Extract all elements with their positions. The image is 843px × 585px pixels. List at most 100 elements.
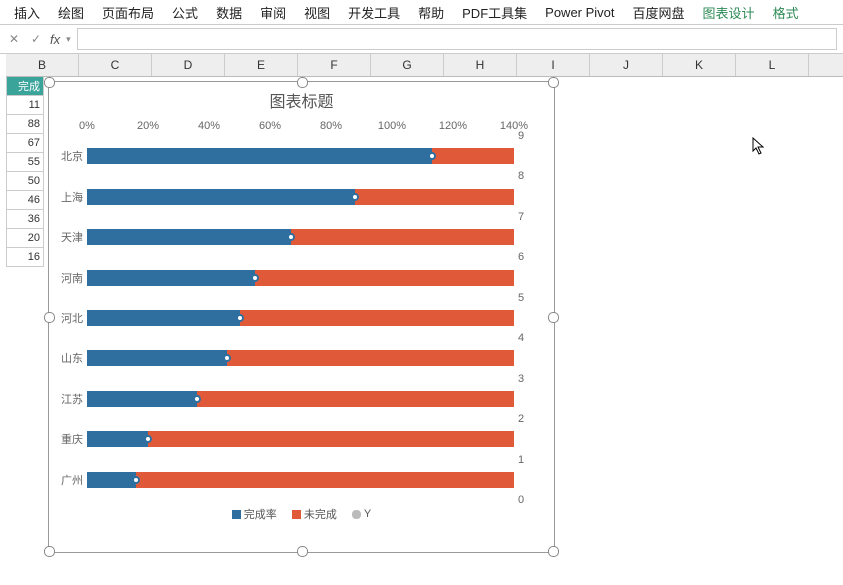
bar-row[interactable]: 上海 — [87, 189, 514, 205]
table-cell[interactable]: 16 — [6, 248, 44, 267]
bar-segment-incomplete[interactable] — [148, 431, 514, 447]
x-axis-ticks: 0%20%40%60%80%100%120%140% — [87, 120, 514, 136]
legend-swatch — [352, 510, 361, 519]
bar-row[interactable]: 山东 — [87, 350, 514, 366]
legend-label: Y — [364, 508, 371, 520]
bar-segment-complete[interactable] — [87, 310, 240, 326]
col-J[interactable]: J — [590, 54, 663, 76]
y-marker[interactable] — [236, 314, 244, 322]
plot-area[interactable]: 0%20%40%60%80%100%120%140% 北京上海天津河南河北山东江… — [87, 120, 514, 500]
col-C[interactable]: C — [79, 54, 152, 76]
tab-view[interactable]: 视图 — [304, 3, 330, 22]
tab-draw[interactable]: 绘图 — [58, 3, 84, 22]
formula-input[interactable] — [77, 28, 837, 50]
col-D[interactable]: D — [152, 54, 225, 76]
resize-handle[interactable] — [44, 77, 55, 88]
col-K[interactable]: K — [663, 54, 736, 76]
bar-row[interactable]: 广州 — [87, 472, 514, 488]
category-label: 江苏 — [51, 391, 83, 407]
legend-item[interactable]: 未完成 — [292, 506, 337, 522]
legend[interactable]: 完成率 未完成 Y — [49, 500, 554, 522]
table-cell[interactable]: 20 — [6, 229, 44, 248]
bar-segment-incomplete[interactable] — [136, 472, 514, 488]
bar-segment-incomplete[interactable] — [355, 189, 514, 205]
bar-segment-complete[interactable] — [87, 391, 197, 407]
tab-dev[interactable]: 开发工具 — [348, 3, 400, 22]
bar-segment-complete[interactable] — [87, 350, 227, 366]
bar-segment-incomplete[interactable] — [227, 350, 514, 366]
tab-pagelayout[interactable]: 页面布局 — [102, 3, 154, 22]
table-cell[interactable]: 50 — [6, 172, 44, 191]
col-F[interactable]: F — [298, 54, 371, 76]
tab-help[interactable]: 帮助 — [418, 3, 444, 22]
tab-powerpivot[interactable]: Power Pivot — [545, 5, 614, 20]
table-cell[interactable]: 67 — [6, 134, 44, 153]
y-marker[interactable] — [193, 395, 201, 403]
legend-label: 完成率 — [244, 506, 277, 522]
bar-row[interactable]: 河北 — [87, 310, 514, 326]
col-L[interactable]: L — [736, 54, 809, 76]
bar-segment-complete[interactable] — [87, 270, 255, 286]
category-label: 北京 — [51, 148, 83, 164]
col-G[interactable]: G — [371, 54, 444, 76]
worksheet[interactable]: 完成 11 88 67 55 50 46 36 20 16 图表标题 0%20%… — [0, 77, 843, 585]
bar-row[interactable]: 江苏 — [87, 391, 514, 407]
confirm-icon[interactable]: ✓ — [28, 31, 44, 47]
tab-format[interactable]: 格式 — [773, 3, 799, 22]
tab-review[interactable]: 审阅 — [260, 3, 286, 22]
bar-row[interactable]: 河南 — [87, 270, 514, 286]
y2-tick: 7 — [518, 211, 548, 223]
table-cell[interactable]: 36 — [6, 210, 44, 229]
table-cell[interactable]: 55 — [6, 153, 44, 172]
legend-item[interactable]: Y — [352, 508, 371, 520]
resize-handle[interactable] — [548, 312, 559, 323]
x-tick: 80% — [320, 120, 342, 132]
bar-row[interactable]: 重庆 — [87, 431, 514, 447]
tab-insert[interactable]: 插入 — [14, 3, 40, 22]
resize-handle[interactable] — [297, 77, 308, 88]
table-cell[interactable]: 46 — [6, 191, 44, 210]
bar-row[interactable]: 北京 — [87, 148, 514, 164]
fx-label[interactable]: fx — [50, 32, 60, 47]
bar-row[interactable]: 天津 — [87, 229, 514, 245]
x-tick: 120% — [439, 120, 467, 132]
table-cell[interactable]: 11 — [6, 96, 44, 115]
bar-segment-complete[interactable] — [87, 189, 355, 205]
tab-data[interactable]: 数据 — [216, 3, 242, 22]
cancel-icon[interactable]: ✕ — [6, 31, 22, 47]
legend-item[interactable]: 完成率 — [232, 506, 277, 522]
bar-segment-incomplete[interactable] — [197, 391, 514, 407]
col-E[interactable]: E — [225, 54, 298, 76]
col-H[interactable]: H — [444, 54, 517, 76]
bar-segment-complete[interactable] — [87, 148, 432, 164]
tab-pdf[interactable]: PDF工具集 — [462, 3, 527, 22]
bar-segment-incomplete[interactable] — [432, 148, 514, 164]
bar-segment-incomplete[interactable] — [255, 270, 514, 286]
bar-segment-complete[interactable] — [87, 229, 291, 245]
col-B[interactable]: B — [6, 54, 79, 76]
col-I[interactable]: I — [517, 54, 590, 76]
table-header-cell[interactable]: 完成 — [6, 77, 44, 96]
x-tick: 100% — [378, 120, 406, 132]
bars-area: 北京上海天津河南河北山东江苏重庆广州 — [87, 136, 514, 500]
bar-segment-incomplete[interactable] — [240, 310, 515, 326]
chevron-down-icon[interactable]: ▾ — [66, 34, 71, 45]
resize-handle[interactable] — [548, 77, 559, 88]
bar-segment-complete[interactable] — [87, 431, 148, 447]
bar-segment-incomplete[interactable] — [291, 229, 514, 245]
x-tick: 0% — [79, 120, 95, 132]
tab-chartdesign[interactable]: 图表设计 — [703, 3, 755, 22]
y-marker[interactable] — [251, 274, 259, 282]
resize-handle[interactable] — [44, 546, 55, 557]
y-marker[interactable] — [428, 152, 436, 160]
category-label: 天津 — [51, 229, 83, 245]
resize-handle[interactable] — [297, 546, 308, 557]
y2-tick: 1 — [518, 454, 548, 466]
resize-handle[interactable] — [548, 546, 559, 557]
bar-segment-complete[interactable] — [87, 472, 136, 488]
chart-object[interactable]: 图表标题 0%20%40%60%80%100%120%140% 北京上海天津河南… — [48, 81, 555, 553]
table-cell[interactable]: 88 — [6, 115, 44, 134]
tab-formulas[interactable]: 公式 — [172, 3, 198, 22]
tab-baidu[interactable]: 百度网盘 — [633, 3, 685, 22]
y-marker[interactable] — [132, 476, 140, 484]
